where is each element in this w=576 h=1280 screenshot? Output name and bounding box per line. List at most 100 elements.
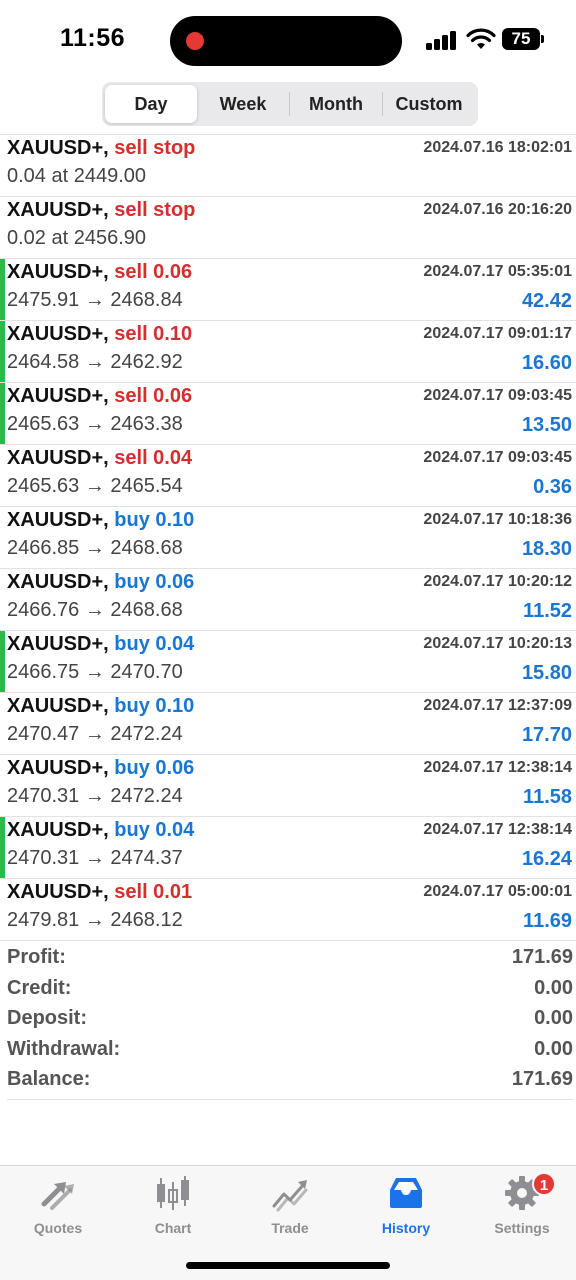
period-custom[interactable]: Custom — [383, 85, 475, 123]
period-day[interactable]: Day — [105, 85, 197, 123]
deal-side: buy 0.10 — [114, 695, 195, 717]
deal-symbol: XAUUSD+, sell 0.04 — [7, 447, 192, 470]
deal-profit: 15.80 — [521, 662, 572, 684]
status-bar: 11:56 75 — [0, 0, 576, 84]
deal-symbol: XAUUSD+, sell 0.06 — [7, 261, 192, 284]
deal-symbol: XAUUSD+, buy 0.10 — [7, 695, 194, 718]
deal-profit: 16.24 — [521, 848, 572, 870]
deal-symbol: XAUUSD+, buy 0.06 — [7, 571, 194, 594]
tab-settings[interactable]: 1 Settings — [472, 1172, 572, 1244]
deal-time: 2024.07.17 05:35:01 — [423, 263, 572, 280]
deal-time: 2024.07.17 12:38:14 — [423, 821, 572, 838]
summary-value: 171.69 — [511, 946, 573, 968]
deal-prices: 2470.31 → 2474.37 — [7, 847, 183, 869]
list-item[interactable]: XAUUSD+, sell 0.10 2024.07.17 09:01:17 246… — [0, 321, 576, 383]
list-item[interactable]: XAUUSD+, sell stop 2024.07.16 20:16:20 0.0… — [0, 197, 576, 259]
list-item[interactable]: XAUUSD+, buy 0.04 2024.07.17 10:20:13 2466… — [0, 631, 576, 693]
quotes-arrows-icon — [41, 1182, 74, 1210]
summary-row: Credit: 0.00 — [7, 973, 573, 1004]
period-month[interactable]: Month — [290, 85, 382, 123]
deal-time: 2024.07.17 10:20:13 — [423, 635, 572, 652]
deal-prices: 2465.63 → 2465.54 — [7, 475, 183, 497]
list-item[interactable]: XAUUSD+, sell 0.01 2024.07.17 05:00:01 247… — [0, 879, 576, 941]
deal-time: 2024.07.17 09:03:45 — [423, 387, 572, 404]
deal-side: buy 0.04 — [114, 819, 195, 841]
deal-time: 2024.07.17 10:20:12 — [423, 573, 572, 590]
period-segmented-control: Day Week Month Custom — [102, 82, 478, 126]
symbol-name: XAUUSD+, — [7, 323, 109, 345]
deal-time: 2024.07.17 10:18:36 — [423, 511, 572, 528]
list-item[interactable]: XAUUSD+, buy 0.04 2024.07.17 12:38:14 2470… — [0, 817, 576, 879]
deal-prices: 2470.47 → 2472.24 — [7, 723, 183, 745]
list-item[interactable]: XAUUSD+, buy 0.10 2024.07.17 12:37:09 2470… — [0, 693, 576, 755]
trade-trend-icon — [272, 1180, 308, 1212]
account-summary: Profit: 171.69 Credit: 0.00 Deposit: 0.00 With… — [7, 942, 573, 1100]
tab-quotes[interactable]: Quotes — [8, 1174, 108, 1244]
deal-symbol: XAUUSD+, buy 0.10 — [7, 509, 194, 532]
wifi-icon — [466, 28, 496, 49]
deal-symbol: XAUUSD+, sell stop — [7, 199, 195, 222]
symbol-name: XAUUSD+, — [7, 757, 109, 779]
deal-prices: 2465.63 → 2463.38 — [7, 413, 183, 435]
deal-side: buy 0.06 — [114, 571, 195, 593]
deal-profit: 11.58 — [523, 786, 572, 808]
deal-side: buy 0.04 — [114, 633, 195, 655]
tab-trade[interactable]: Trade — [240, 1174, 340, 1244]
summary-label: Withdrawal: — [7, 1037, 121, 1060]
list-item[interactable]: XAUUSD+, buy 0.06 2024.07.17 10:20:12 2466… — [0, 569, 576, 631]
deal-symbol: XAUUSD+, buy 0.04 — [7, 819, 194, 842]
deal-side: buy 0.10 — [114, 509, 195, 531]
deal-side: sell 0.01 — [114, 881, 193, 903]
summary-value: 171.69 — [511, 1068, 573, 1090]
symbol-name: XAUUSD+, — [7, 261, 109, 283]
deal-side: sell 0.06 — [114, 385, 193, 407]
deal-time: 2024.07.16 20:16:20 — [423, 201, 572, 218]
deal-prices: 2464.58 → 2462.92 — [7, 351, 183, 373]
summary-row: Profit: 171.69 — [7, 942, 573, 973]
summary-label: Profit: — [7, 946, 66, 968]
deal-prices: 2466.75 → 2470.70 — [7, 661, 183, 683]
summary-label: Credit: — [7, 976, 72, 999]
deal-profit: 42.42 — [521, 290, 572, 312]
deal-time: 2024.07.17 09:01:17 — [423, 325, 572, 342]
list-item[interactable]: XAUUSD+, sell 0.06 2024.07.17 09:03:45 246… — [0, 383, 576, 445]
period-week[interactable]: Week — [197, 85, 289, 123]
deal-time: 2024.07.17 12:37:09 — [423, 697, 572, 714]
cellular-signal-icon — [426, 30, 458, 50]
list-item[interactable]: XAUUSD+, sell 0.06 2024.07.17 05:35:01 247… — [0, 259, 576, 321]
home-indicator[interactable] — [186, 1262, 390, 1269]
deal-prices: 0.04 at 2449.00 — [7, 165, 147, 187]
deal-prices: 2475.91 → 2468.84 — [7, 289, 183, 311]
status-time: 11:56 — [60, 24, 126, 52]
deal-time: 2024.07.17 12:38:14 — [423, 759, 572, 776]
symbol-name: XAUUSD+, — [7, 509, 109, 531]
deal-prices: 0.02 at 2456.90 — [7, 227, 147, 249]
symbol-name: XAUUSD+, — [7, 447, 109, 469]
tab-label: Trade — [271, 1220, 309, 1236]
list-item[interactable]: XAUUSD+, sell stop 2024.07.16 18:02:01 0.0… — [0, 135, 576, 197]
recording-indicator-icon — [186, 32, 204, 50]
symbol-name: XAUUSD+, — [7, 633, 109, 655]
symbol-name: XAUUSD+, — [7, 199, 109, 221]
list-item[interactable]: XAUUSD+, buy 0.06 2024.07.17 12:38:14 2470… — [0, 755, 576, 817]
dynamic-island — [170, 16, 402, 66]
deal-symbol: XAUUSD+, sell 0.06 — [7, 385, 192, 408]
deal-side: sell 0.04 — [114, 447, 193, 469]
symbol-name: XAUUSD+, — [7, 137, 109, 159]
deal-prices: 2466.85 → 2468.68 — [7, 537, 183, 559]
summary-label: Balance: — [7, 1068, 91, 1090]
deal-symbol: XAUUSD+, sell stop — [7, 137, 195, 160]
symbol-name: XAUUSD+, — [7, 819, 109, 841]
tab-history[interactable]: History — [356, 1174, 456, 1244]
deal-side: sell 0.10 — [114, 323, 193, 345]
deal-profit: 0.36 — [533, 476, 572, 498]
deal-profit: 13.50 — [521, 414, 572, 436]
battery-cap-icon — [541, 35, 544, 43]
deal-prices: 2470.31 → 2472.24 — [7, 785, 183, 807]
deal-profit: 18.30 — [521, 538, 572, 560]
tab-chart[interactable]: Chart — [123, 1174, 223, 1244]
list-item[interactable]: XAUUSD+, buy 0.10 2024.07.17 10:18:36 2466… — [0, 507, 576, 569]
list-item[interactable]: XAUUSD+, sell 0.04 2024.07.17 09:03:45 246… — [0, 445, 576, 507]
deal-profit: 11.69 — [523, 910, 572, 932]
summary-row: Balance: 171.69 — [7, 1064, 573, 1095]
